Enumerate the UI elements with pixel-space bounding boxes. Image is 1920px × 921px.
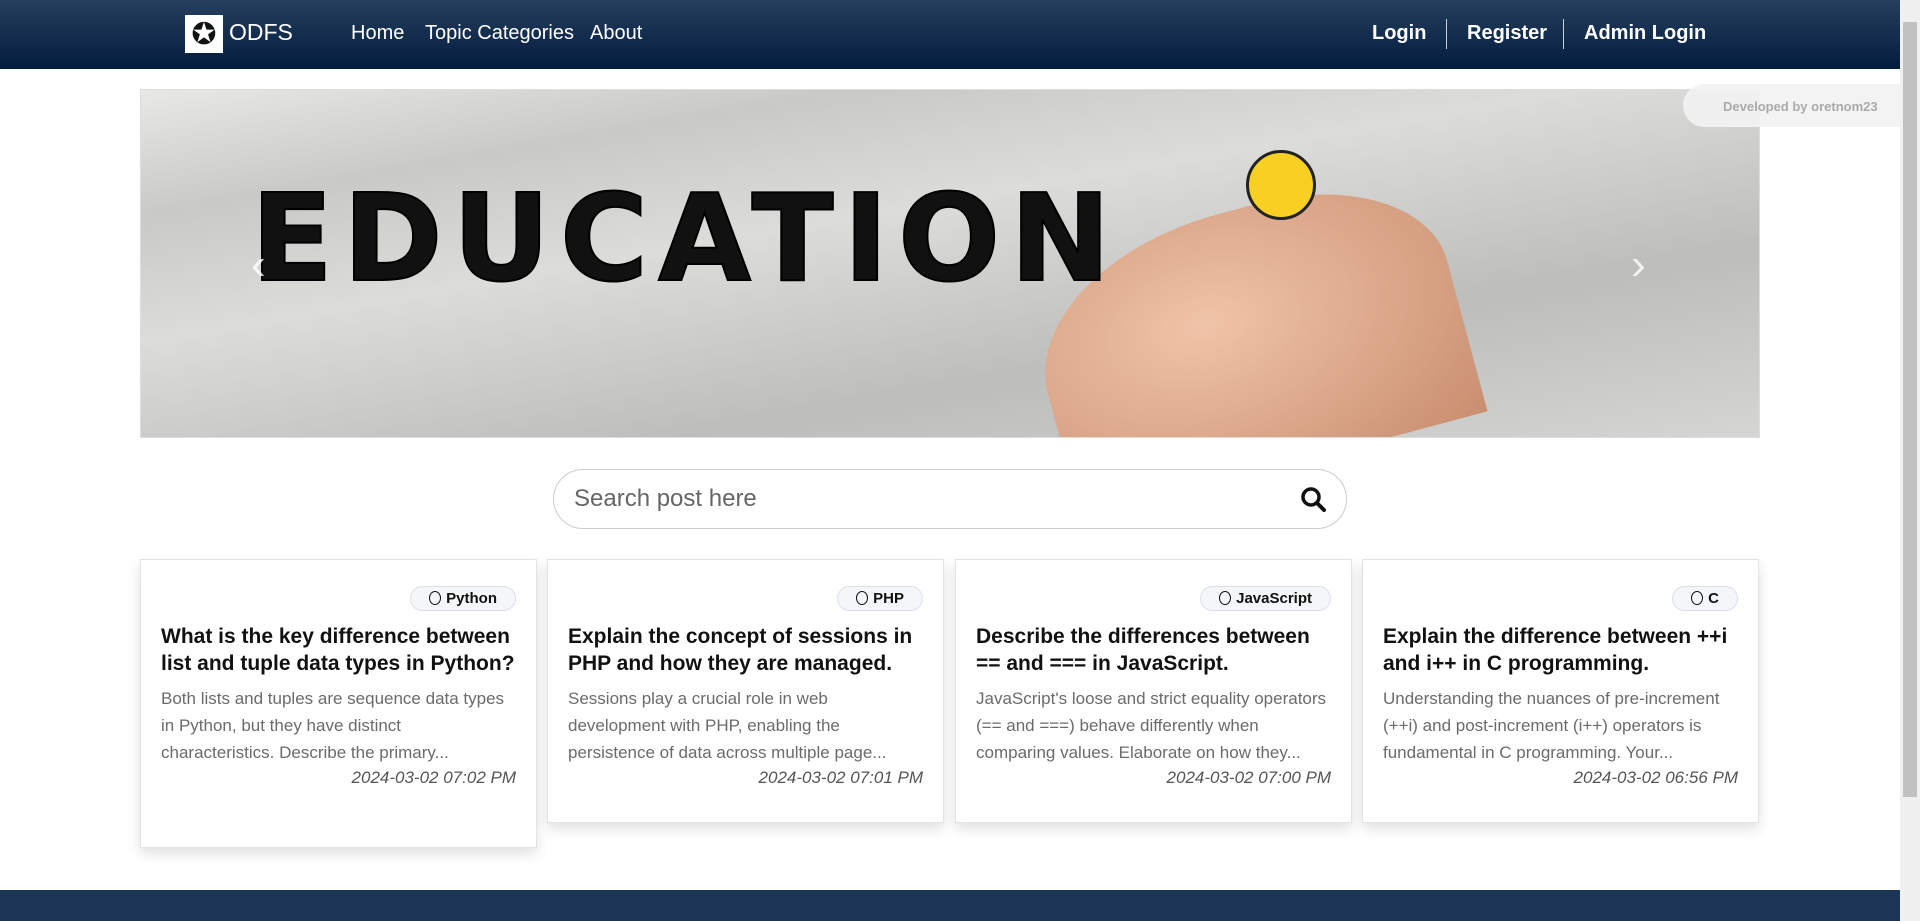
nav-topic-categories[interactable]: Topic Categories [425,22,574,45]
footer [0,890,1900,921]
scrollbar[interactable] [1900,0,1920,921]
post-excerpt: Understanding the nuances of pre-increme… [1383,689,1720,762]
post-card[interactable]: Python What is the key difference betwee… [140,559,537,848]
category-label: JavaScript [1236,590,1312,607]
post-card[interactable]: C Explain the difference between ++i and… [1362,559,1759,823]
category-label: Python [446,590,497,607]
post-excerpt: Sessions play a crucial role in web deve… [568,689,887,762]
category-badge[interactable]: C [1672,586,1738,611]
scrollbar-thumb[interactable] [1903,22,1917,797]
post-date: 2024-03-02 07:01 PM [758,768,923,787]
carousel-prev-icon[interactable]: ‹ [251,240,266,290]
logo-icon[interactable]: ✪ [185,15,223,53]
post-excerpt: Both lists and tuples are sequence data … [161,689,505,762]
divider [1446,19,1447,49]
post-card[interactable]: JavaScript Describe the differences betw… [955,559,1352,823]
category-badge[interactable]: Python [410,586,516,611]
post-title[interactable]: Explain the concept of sessions in PHP a… [568,611,923,677]
search-input[interactable] [574,485,1300,513]
category-label: C [1708,590,1719,607]
circle-icon [856,591,869,605]
nav-about[interactable]: About [590,22,642,45]
post-date: 2024-03-02 06:56 PM [1573,768,1738,787]
post-excerpt: JavaScript's loose and strict equality o… [976,689,1327,762]
post-card[interactable]: PHP Explain the concept of sessions in P… [547,559,944,823]
carousel-next-icon[interactable]: › [1631,240,1646,290]
nav-home[interactable]: Home [351,22,404,45]
navbar: ✪ ODFS Home Topic Categories About Login… [0,0,1900,69]
post-title[interactable]: Describe the differences between == and … [976,611,1331,677]
brand-link[interactable]: ODFS [229,19,293,46]
post-title[interactable]: Explain the difference between ++i and i… [1383,611,1738,677]
category-badge[interactable]: JavaScript [1200,586,1331,611]
circle-icon [1219,591,1232,605]
post-title[interactable]: What is the key difference between list … [161,611,516,677]
search-bar [553,469,1347,529]
circle-icon [1691,591,1704,605]
search-icon[interactable] [1300,486,1326,512]
category-badge[interactable]: PHP [837,586,923,611]
banner-carousel: EDUCATION ‹ › [140,89,1760,438]
divider [1563,19,1564,49]
circle-icon [429,591,442,605]
post-date: 2024-03-02 07:02 PM [351,768,516,787]
banner-word: EDUCATION [250,169,1121,310]
developer-badge: Developed by oretnom23 [1683,84,1920,127]
admin-login-link[interactable]: Admin Login [1584,22,1706,45]
register-link[interactable]: Register [1467,22,1547,45]
category-label: PHP [873,590,904,607]
lightbulb-icon [1246,150,1316,220]
login-link[interactable]: Login [1372,22,1426,45]
post-date: 2024-03-02 07:00 PM [1166,768,1331,787]
